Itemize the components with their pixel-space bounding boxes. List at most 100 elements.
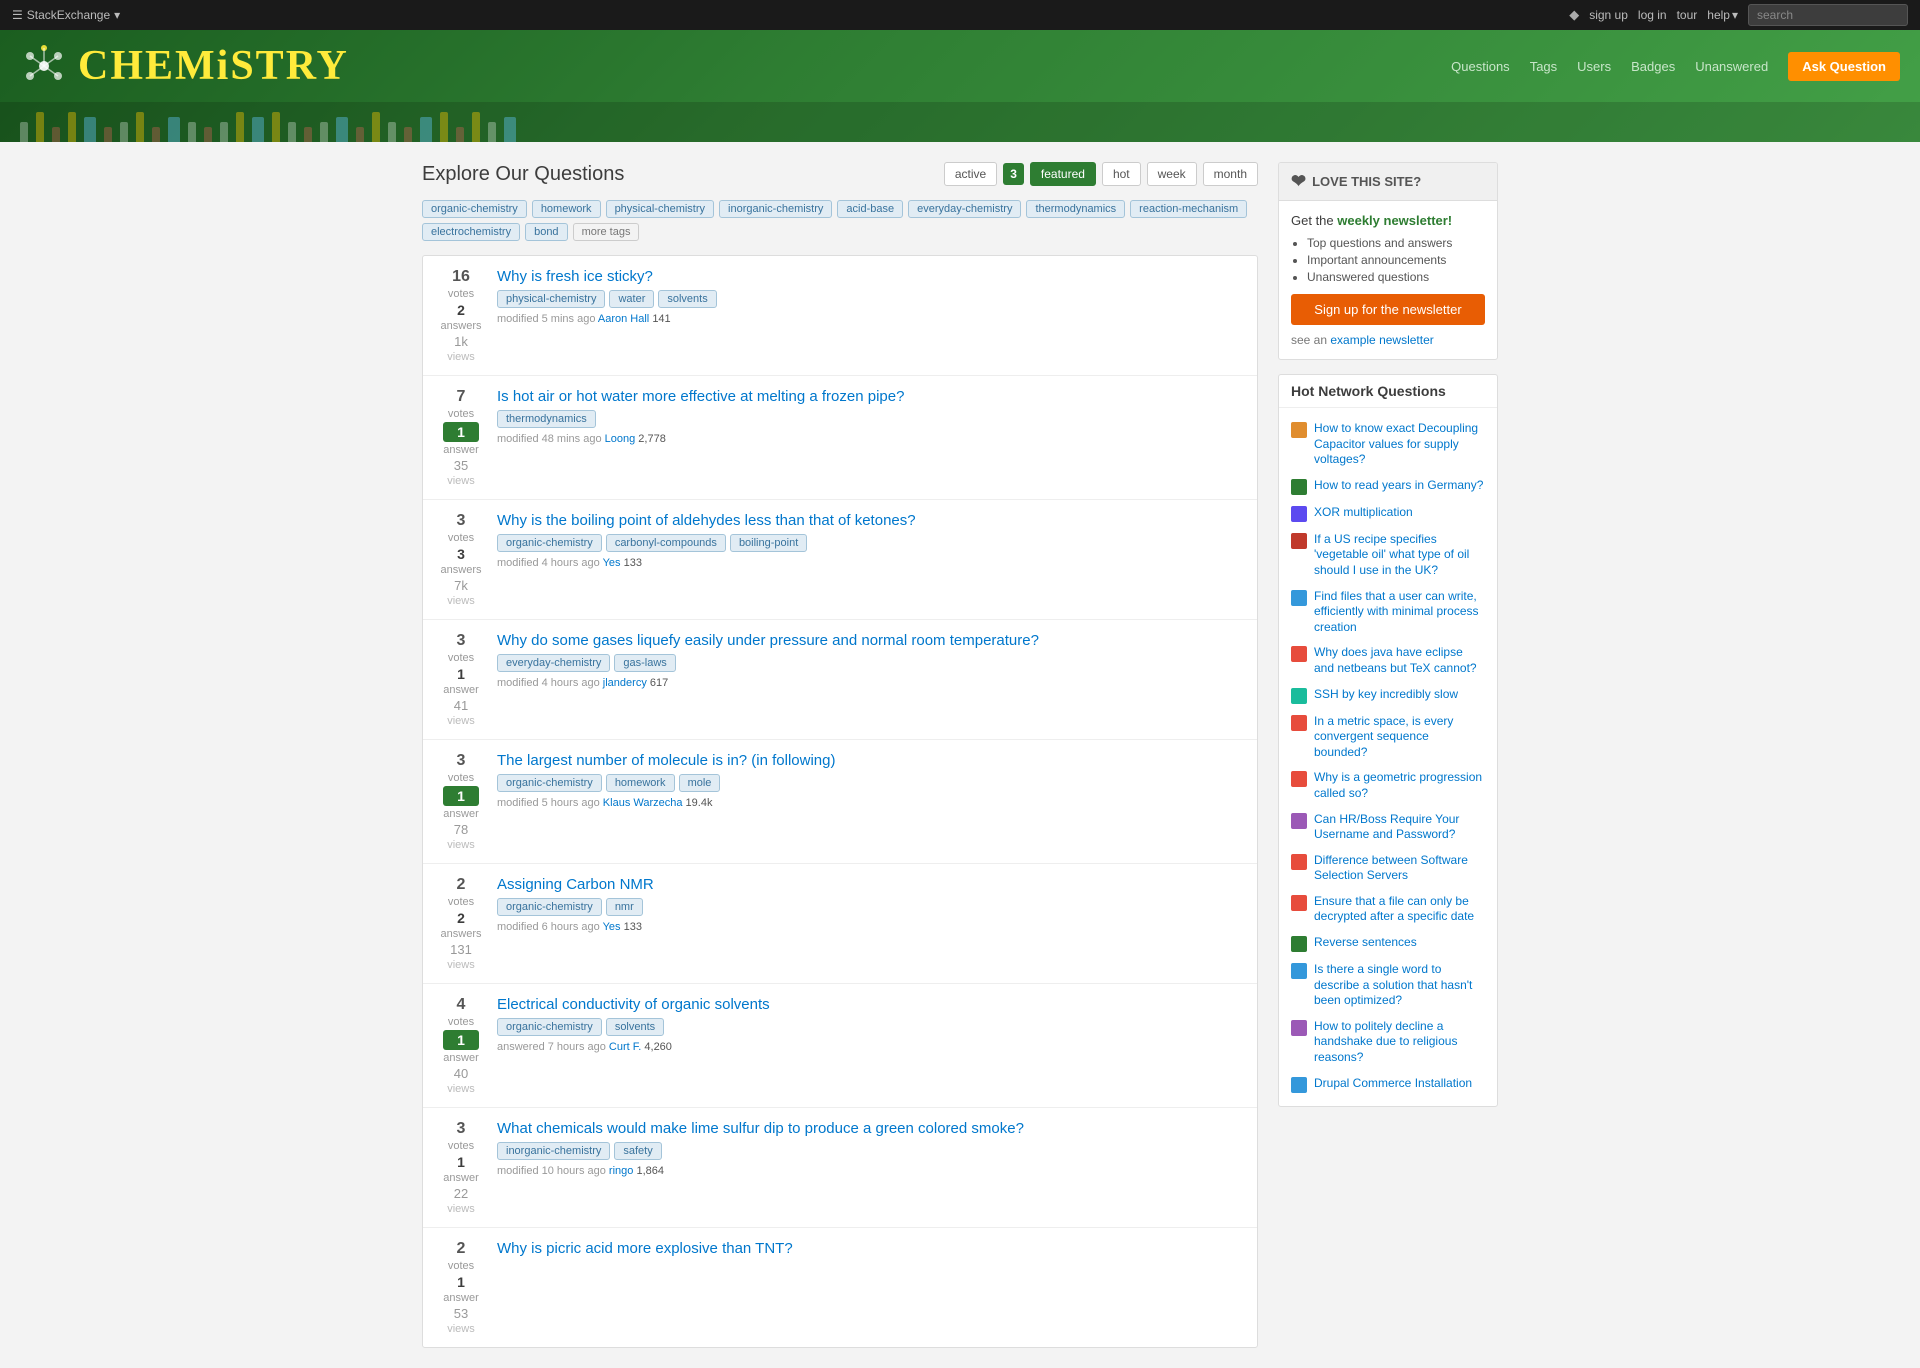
hot-network-item[interactable]: How to politely decline a handshake due … [1279, 1014, 1497, 1071]
tag-homework[interactable]: homework [532, 200, 601, 218]
tour-link[interactable]: tour [1677, 8, 1698, 22]
hot-network-item[interactable]: In a metric space, is every convergent s… [1279, 709, 1497, 766]
nav-badges[interactable]: Badges [1631, 59, 1675, 74]
tag-physical-chemistry[interactable]: physical-chemistry [606, 200, 714, 218]
q-tag[interactable]: solvents [606, 1018, 664, 1036]
q-tag[interactable]: safety [614, 1142, 661, 1160]
q-tag[interactable]: boiling-point [730, 534, 807, 552]
hot-network-item[interactable]: XOR multiplication [1279, 500, 1497, 527]
q-tag[interactable]: carbonyl-compounds [606, 534, 726, 552]
filter-hot[interactable]: hot [1102, 162, 1141, 186]
hot-network-item[interactable]: If a US recipe specifies 'vegetable oil'… [1279, 527, 1497, 584]
hot-network-item[interactable]: Why is a geometric progression called so… [1279, 765, 1497, 806]
nav-tags[interactable]: Tags [1530, 59, 1557, 74]
q-tag[interactable]: organic-chemistry [497, 534, 602, 552]
filter-month[interactable]: month [1203, 162, 1258, 186]
q-tag[interactable]: thermodynamics [497, 410, 596, 428]
heart-icon: ❤ [1291, 171, 1306, 192]
question-title[interactable]: Assigning Carbon NMR [497, 876, 1243, 893]
tag-everyday-chemistry[interactable]: everyday-chemistry [908, 200, 1021, 218]
hot-question-link[interactable]: How to know exact Decoupling Capacitor v… [1314, 421, 1485, 468]
hot-network-item[interactable]: Drupal Commerce Installation [1279, 1071, 1497, 1098]
question-title[interactable]: Why is fresh ice sticky? [497, 268, 1243, 285]
question-title[interactable]: Why is picric acid more explosive than T… [497, 1240, 1243, 1257]
example-newsletter-link[interactable]: example newsletter [1330, 333, 1433, 347]
hot-network-item[interactable]: Is there a single word to describe a sol… [1279, 957, 1497, 1014]
q-tag[interactable]: organic-chemistry [497, 898, 602, 916]
q-user[interactable]: Yes [603, 557, 621, 569]
hot-question-link[interactable]: Drupal Commerce Installation [1314, 1076, 1472, 1092]
hot-network-item[interactable]: Why does java have eclipse and netbeans … [1279, 640, 1497, 681]
nav-users[interactable]: Users [1577, 59, 1611, 74]
q-user[interactable]: Aaron Hall [598, 313, 649, 325]
tag-organic-chemistry[interactable]: organic-chemistry [422, 200, 527, 218]
hot-network-item[interactable]: Ensure that a file can only be decrypted… [1279, 889, 1497, 930]
q-tag[interactable]: mole [679, 774, 721, 792]
tag-bond[interactable]: bond [525, 223, 567, 241]
question-title[interactable]: Electrical conductivity of organic solve… [497, 996, 1243, 1013]
hot-question-link[interactable]: Why is a geometric progression called so… [1314, 770, 1485, 801]
ask-question-button[interactable]: Ask Question [1788, 52, 1900, 81]
hot-question-link[interactable]: How to read years in Germany? [1314, 478, 1483, 494]
hot-question-link[interactable]: Why does java have eclipse and netbeans … [1314, 645, 1485, 676]
hot-question-link[interactable]: Find files that a user can write, effici… [1314, 589, 1485, 636]
stack-exchange-menu[interactable]: ☰ StackExchange ▾ [12, 8, 120, 22]
hot-network-item[interactable]: How to read years in Germany? [1279, 473, 1497, 500]
hot-network-item[interactable]: Can HR/Boss Require Your Username and Pa… [1279, 807, 1497, 848]
question-title[interactable]: The largest number of molecule is in? (i… [497, 752, 1243, 769]
hot-network-item[interactable]: Difference between Software Selection Se… [1279, 848, 1497, 889]
tag-more[interactable]: more tags [573, 223, 640, 241]
tag-thermodynamics[interactable]: thermodynamics [1026, 200, 1125, 218]
q-tag[interactable]: organic-chemistry [497, 774, 602, 792]
q-tag[interactable]: homework [606, 774, 675, 792]
search-input[interactable] [1748, 4, 1908, 26]
nav-unanswered[interactable]: Unanswered [1695, 59, 1768, 74]
q-tag[interactable]: inorganic-chemistry [497, 1142, 610, 1160]
question-title[interactable]: Why do some gases liquefy easily under p… [497, 632, 1243, 649]
help-menu[interactable]: help ▾ [1707, 8, 1738, 22]
hot-network-item[interactable]: Reverse sentences [1279, 930, 1497, 957]
q-tag[interactable]: solvents [658, 290, 716, 308]
q-tag[interactable]: water [609, 290, 654, 308]
hot-question-link[interactable]: Reverse sentences [1314, 935, 1417, 951]
q-user[interactable]: Loong [605, 433, 636, 445]
q-user[interactable]: Yes [603, 921, 621, 933]
filter-week[interactable]: week [1147, 162, 1197, 186]
filter-featured[interactable]: featured [1030, 162, 1096, 186]
q-tag[interactable]: organic-chemistry [497, 1018, 602, 1036]
q-meta: modified 4 hours ago jlandercy 617 [497, 677, 1243, 689]
q-tag[interactable]: everyday-chemistry [497, 654, 610, 672]
hot-network-item[interactable]: How to know exact Decoupling Capacitor v… [1279, 416, 1497, 473]
question-title[interactable]: Why is the boiling point of aldehydes le… [497, 512, 1243, 529]
nav-questions[interactable]: Questions [1451, 59, 1510, 74]
hot-question-link[interactable]: Can HR/Boss Require Your Username and Pa… [1314, 812, 1485, 843]
hot-network-item[interactable]: SSH by key incredibly slow [1279, 682, 1497, 709]
tag-electrochemistry[interactable]: electrochemistry [422, 223, 520, 241]
q-user[interactable]: ringo [609, 1165, 633, 1177]
hot-question-link[interactable]: If a US recipe specifies 'vegetable oil'… [1314, 532, 1485, 579]
q-user[interactable]: Curt F. [609, 1041, 641, 1053]
hot-question-link[interactable]: In a metric space, is every convergent s… [1314, 714, 1485, 761]
q-tag[interactable]: nmr [606, 898, 643, 916]
newsletter-signup-button[interactable]: Sign up for the newsletter [1291, 294, 1485, 325]
tag-acid-base[interactable]: acid-base [837, 200, 903, 218]
q-tag[interactable]: physical-chemistry [497, 290, 605, 308]
hot-question-link[interactable]: SSH by key incredibly slow [1314, 687, 1458, 703]
hot-question-link[interactable]: Is there a single word to describe a sol… [1314, 962, 1485, 1009]
hot-question-link[interactable]: Difference between Software Selection Se… [1314, 853, 1485, 884]
q-user[interactable]: jlandercy [603, 677, 647, 689]
tag-inorganic-chemistry[interactable]: inorganic-chemistry [719, 200, 832, 218]
hot-question-link[interactable]: Ensure that a file can only be decrypted… [1314, 894, 1485, 925]
q-user[interactable]: Klaus Warzecha [603, 797, 683, 809]
tag-reaction-mechanism[interactable]: reaction-mechanism [1130, 200, 1247, 218]
hot-question-link[interactable]: XOR multiplication [1314, 505, 1413, 521]
signup-link[interactable]: sign up [1589, 8, 1628, 22]
login-link[interactable]: log in [1638, 8, 1667, 22]
filter-active[interactable]: active [944, 162, 997, 186]
hot-question-link[interactable]: How to politely decline a handshake due … [1314, 1019, 1485, 1066]
q-tag[interactable]: gas-laws [614, 654, 675, 672]
question-title[interactable]: What chemicals would make lime sulfur di… [497, 1120, 1243, 1137]
hot-network-item[interactable]: Find files that a user can write, effici… [1279, 584, 1497, 641]
question-title[interactable]: Is hot air or hot water more effective a… [497, 388, 1243, 405]
site-title-prefix: CHEMi [78, 43, 230, 89]
